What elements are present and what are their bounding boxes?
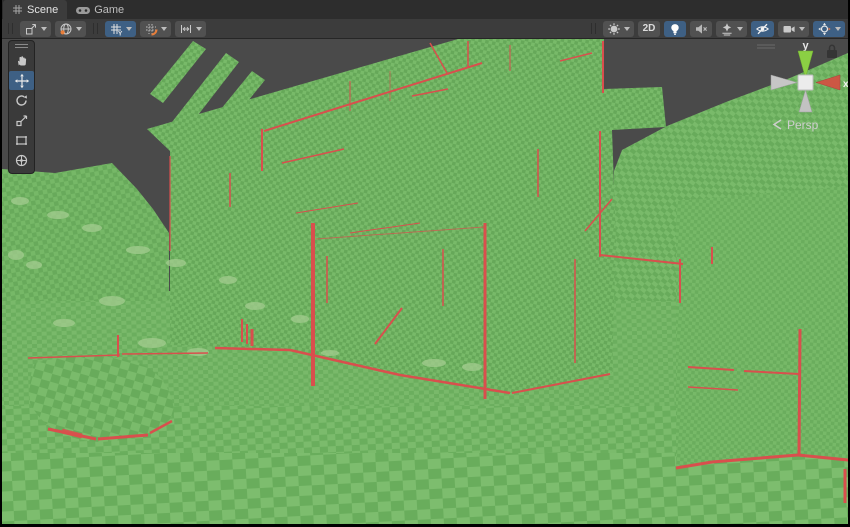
lightbulb-icon [668,22,682,36]
tab-scene-label: Scene [27,4,58,16]
pivot-icon [24,22,38,36]
grid-visibility-button[interactable]: Y [105,21,136,37]
tab-game-label: Game [94,4,124,16]
dropdown-caret [41,27,47,31]
dropdown-caret [196,27,202,31]
dropdown-caret [799,27,805,31]
scene-viewport-canvas[interactable]: y x Persp [2,39,848,524]
structure-wall-right [676,186,848,468]
globe-icon [59,22,73,36]
grid-y-icon: Y [109,22,123,36]
tool-handle-rotation-button[interactable] [55,21,86,37]
unity-editor-window: Scene Game Y [0,0,850,527]
projection-label: Persp [787,118,819,132]
gizmo-x-axis-label: x [843,79,848,90]
dropdown-caret [161,27,167,31]
audio-muted-icon [694,22,708,36]
gizmo-y-axis-label: y [802,40,809,52]
snap-move-icon [179,22,193,36]
debug-draw-mode-icon [607,22,621,36]
toolbar-separator [93,23,98,34]
tool-rotate[interactable] [9,91,34,110]
tool-scale[interactable] [9,111,34,130]
tools-overlay-grip[interactable] [9,41,34,51]
view-2d-label: 2D [643,23,656,34]
move-icon [14,73,30,89]
effects-button[interactable] [716,21,747,37]
tool-handle-position-button[interactable] [20,21,51,37]
scene-toolbar: Y 2D [2,19,848,39]
grid-snapping-button[interactable] [140,21,171,37]
dropdown-caret [737,27,743,31]
scene-toolbar-right: 2D [588,21,845,37]
dropdown-caret [76,27,82,31]
tool-rect[interactable] [9,131,34,150]
tools-overlay [8,40,35,174]
tool-transform[interactable] [9,151,34,170]
move-snapping-button[interactable] [175,21,206,37]
toolbar-drag-handle[interactable] [591,23,596,34]
rect-tool-icon [14,133,29,148]
view-2d-button[interactable]: 2D [638,21,660,37]
tool-move[interactable] [9,71,34,90]
toolbar-drag-handle[interactable] [8,23,13,34]
hand-icon [14,53,29,68]
grid-tab-icon [12,4,23,15]
scene-viewport[interactable]: y x Persp [2,39,848,524]
tab-game[interactable]: Game [67,0,133,19]
gizmos-button[interactable] [813,21,845,37]
camera-settings-button[interactable] [778,21,809,37]
view-tab-bar: Scene Game [2,0,848,19]
scene-visibility-button[interactable] [751,21,774,37]
tab-scene[interactable]: Scene [3,0,67,19]
transform-icon [14,153,29,168]
dropdown-caret [126,27,132,31]
scene-toolbar-left: Y [5,21,206,37]
gizmo-sphere-icon [817,22,832,36]
svg-text:Y: Y [118,30,123,36]
eye-slash-icon [755,22,770,36]
dropdown-caret [835,27,841,31]
scale-icon [14,113,29,128]
rotate-icon [14,93,29,108]
camera-icon [782,22,796,36]
snap-grid-icon [144,22,158,36]
dropdown-caret [624,27,630,31]
effects-icon [720,22,734,36]
scene-audio-button[interactable] [690,21,712,37]
gizmo-center-cube[interactable] [798,75,813,90]
draw-mode-button[interactable] [603,21,634,37]
gamepad-icon [76,5,90,15]
scene-lighting-button[interactable] [664,21,686,37]
tool-view-pan[interactable] [9,51,34,70]
